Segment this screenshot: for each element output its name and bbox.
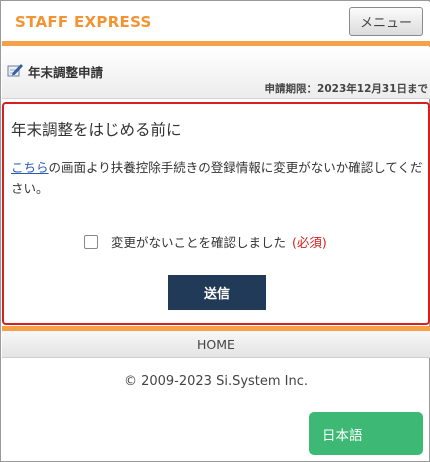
notice-panel: 年末調整をはじめる前に こちらの画面より扶養控除手続きの登録情報に変更がないか確… [2, 102, 430, 325]
confirm-checkbox[interactable] [84, 234, 98, 249]
brand-logo[interactable]: STAFF EXPRESS [15, 13, 152, 31]
page-title-bar: 年末調整申請 申請期限：2023年12月31日まで [2, 47, 430, 99]
menu-button[interactable]: メニュー [349, 7, 423, 36]
required-label: (必須) [292, 235, 327, 250]
language-button[interactable]: 日本語 [309, 412, 423, 455]
confirm-label[interactable]: 変更がないことを確認しました [111, 232, 286, 251]
copyright-text: © 2009-2023 Si.System Inc. [123, 374, 309, 389]
notice-body-text: の画面より扶養控除手続きの登録情報に変更がないか確認してください。 [11, 160, 423, 196]
home-link[interactable]: HOME [2, 331, 430, 358]
header: STAFF EXPRESS メニュー [2, 2, 430, 42]
page-title: 年末調整申請 [28, 65, 104, 80]
notice-heading: 年末調整をはじめる前に [11, 121, 182, 139]
app-frame: STAFF EXPRESS メニュー 年末調整申請 申請期限：2023年12月3… [0, 0, 430, 462]
header-accent-bar [2, 41, 430, 46]
notice-body: こちらの画面より扶養控除手続きの登録情報に変更がないか確認してください。 [11, 157, 423, 199]
confirm-row: 変更がないことを確認しました (必須) [84, 232, 327, 251]
pencil-note-icon [7, 64, 23, 77]
deadline-text: 申請期限：2023年12月31日まで [264, 83, 428, 95]
submit-button[interactable]: 送信 [168, 275, 266, 310]
dependent-info-link[interactable]: こちら [11, 160, 49, 175]
